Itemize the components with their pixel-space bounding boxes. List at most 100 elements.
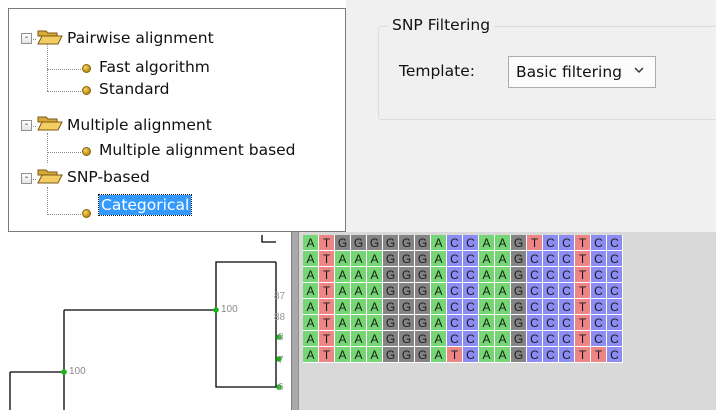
alignment-cell[interactable]: C xyxy=(591,267,607,283)
alignment-cell[interactable]: C xyxy=(527,251,543,267)
alignment-cell[interactable]: G xyxy=(511,283,527,299)
alignment-cell[interactable]: C xyxy=(527,267,543,283)
alignment-cell[interactable]: A xyxy=(431,347,447,363)
alignment-cell[interactable]: C xyxy=(607,299,623,315)
alignment-cell[interactable]: C xyxy=(591,251,607,267)
tree-item-standard[interactable]: Standard xyxy=(99,79,170,99)
alignment-cell[interactable]: G xyxy=(383,235,399,251)
sequence-alignment-grid[interactable]: ATGGGGGGACCAAGTCCTCCATAAAGGGACCAAGCCCTCC… xyxy=(299,232,716,410)
alignment-cell[interactable]: C xyxy=(559,331,575,347)
alignment-cell[interactable]: A xyxy=(431,251,447,267)
alignment-cell[interactable]: A xyxy=(479,315,495,331)
alignment-cell[interactable]: C xyxy=(463,347,479,363)
alignment-cell[interactable]: T xyxy=(319,331,335,347)
alignment-cell[interactable]: A xyxy=(335,331,351,347)
alignment-cell[interactable]: T xyxy=(319,299,335,315)
alignment-cell[interactable]: T xyxy=(575,251,591,267)
alignment-cell[interactable]: A xyxy=(479,347,495,363)
alignment-cell[interactable]: C xyxy=(543,251,559,267)
alignment-cell[interactable]: T xyxy=(319,235,335,251)
tree-item-multiple-alignment[interactable]: Multiple alignment xyxy=(67,115,212,135)
alignment-cell[interactable]: C xyxy=(559,267,575,283)
alignment-cell[interactable]: A xyxy=(303,347,319,363)
alignment-cell[interactable]: G xyxy=(511,251,527,267)
algorithm-tree[interactable]: - Pairwise alignment Fast algorithm Stan… xyxy=(8,8,346,232)
alignment-cell[interactable]: A xyxy=(495,315,511,331)
alignment-cell[interactable]: G xyxy=(399,267,415,283)
alignment-cell[interactable]: A xyxy=(367,283,383,299)
alignment-cell[interactable]: G xyxy=(399,251,415,267)
alignment-cell[interactable]: T xyxy=(575,315,591,331)
alignment-cell[interactable]: G xyxy=(415,267,431,283)
alignment-cell[interactable]: T xyxy=(319,315,335,331)
alignment-cell[interactable]: A xyxy=(367,267,383,283)
alignment-cell[interactable]: C xyxy=(591,235,607,251)
alignment-cell[interactable]: C xyxy=(559,347,575,363)
alignment-cell[interactable]: C xyxy=(543,347,559,363)
alignment-cell[interactable]: C xyxy=(591,315,607,331)
alignment-cell[interactable]: A xyxy=(303,251,319,267)
alignment-cell[interactable]: A xyxy=(335,299,351,315)
alignment-cell[interactable]: A xyxy=(431,331,447,347)
alignment-cell[interactable]: C xyxy=(559,283,575,299)
alignment-cell[interactable]: A xyxy=(351,251,367,267)
alignment-cell[interactable]: C xyxy=(447,251,463,267)
alignment-cell[interactable]: C xyxy=(447,315,463,331)
tree-item-pairwise-alignment[interactable]: Pairwise alignment xyxy=(67,28,214,48)
alignment-cell[interactable]: A xyxy=(495,347,511,363)
alignment-cell[interactable]: G xyxy=(511,347,527,363)
alignment-cell[interactable]: C xyxy=(527,299,543,315)
alignment-cell[interactable]: A xyxy=(495,299,511,315)
alignment-cell[interactable]: A xyxy=(495,235,511,251)
alignment-cell[interactable]: T xyxy=(575,235,591,251)
alignment-cell[interactable]: A xyxy=(303,315,319,331)
alignment-cell[interactable]: G xyxy=(415,331,431,347)
alignment-cell[interactable]: G xyxy=(383,331,399,347)
alignment-cell[interactable]: G xyxy=(511,299,527,315)
alignment-cell[interactable]: A xyxy=(495,283,511,299)
alignment-cell[interactable]: A xyxy=(303,331,319,347)
alignment-cell[interactable]: A xyxy=(479,251,495,267)
alignment-cell[interactable]: T xyxy=(319,347,335,363)
alignment-cell[interactable]: G xyxy=(415,299,431,315)
alignment-cell[interactable]: C xyxy=(447,331,463,347)
alignment-cell[interactable]: G xyxy=(511,267,527,283)
alignment-cell[interactable]: G xyxy=(415,315,431,331)
alignment-cell[interactable]: T xyxy=(575,267,591,283)
alignment-cell[interactable]: T xyxy=(527,235,543,251)
alignment-cell[interactable]: C xyxy=(463,267,479,283)
alignment-cell[interactable]: A xyxy=(367,331,383,347)
alignment-cell[interactable]: C xyxy=(591,283,607,299)
alignment-cell[interactable]: A xyxy=(335,315,351,331)
alignment-cell[interactable]: C xyxy=(607,251,623,267)
alignment-cell[interactable]: A xyxy=(367,315,383,331)
alignment-cell[interactable]: A xyxy=(479,299,495,315)
alignment-cell[interactable]: T xyxy=(575,299,591,315)
alignment-cell[interactable]: C xyxy=(607,283,623,299)
alignment-cell[interactable]: A xyxy=(303,299,319,315)
alignment-cell[interactable]: A xyxy=(351,299,367,315)
alignment-cell[interactable]: G xyxy=(415,251,431,267)
alignment-cell[interactable]: C xyxy=(559,315,575,331)
tree-item-categorical[interactable]: Categorical xyxy=(97,194,193,216)
alignment-cell[interactable]: T xyxy=(575,331,591,347)
alignment-cell[interactable]: C xyxy=(607,315,623,331)
alignment-cell[interactable]: A xyxy=(351,315,367,331)
alignment-cell[interactable]: C xyxy=(463,283,479,299)
alignment-cell[interactable]: C xyxy=(527,315,543,331)
alignment-cell[interactable]: C xyxy=(543,283,559,299)
alignment-cell[interactable]: G xyxy=(415,235,431,251)
alignment-cell[interactable]: T xyxy=(575,283,591,299)
alignment-cell[interactable]: C xyxy=(607,347,623,363)
alignment-cell[interactable]: C xyxy=(543,267,559,283)
alignment-cell[interactable]: A xyxy=(367,347,383,363)
alignment-cell[interactable]: A xyxy=(335,283,351,299)
alignment-cell[interactable]: A xyxy=(351,347,367,363)
alignment-cell[interactable]: G xyxy=(399,315,415,331)
alignment-cell[interactable]: A xyxy=(335,347,351,363)
alignment-cell[interactable]: G xyxy=(399,235,415,251)
alignment-cell[interactable]: C xyxy=(527,331,543,347)
collapse-toggle[interactable]: - xyxy=(21,33,32,44)
alignment-cell[interactable]: G xyxy=(351,235,367,251)
alignment-cell[interactable]: G xyxy=(399,347,415,363)
